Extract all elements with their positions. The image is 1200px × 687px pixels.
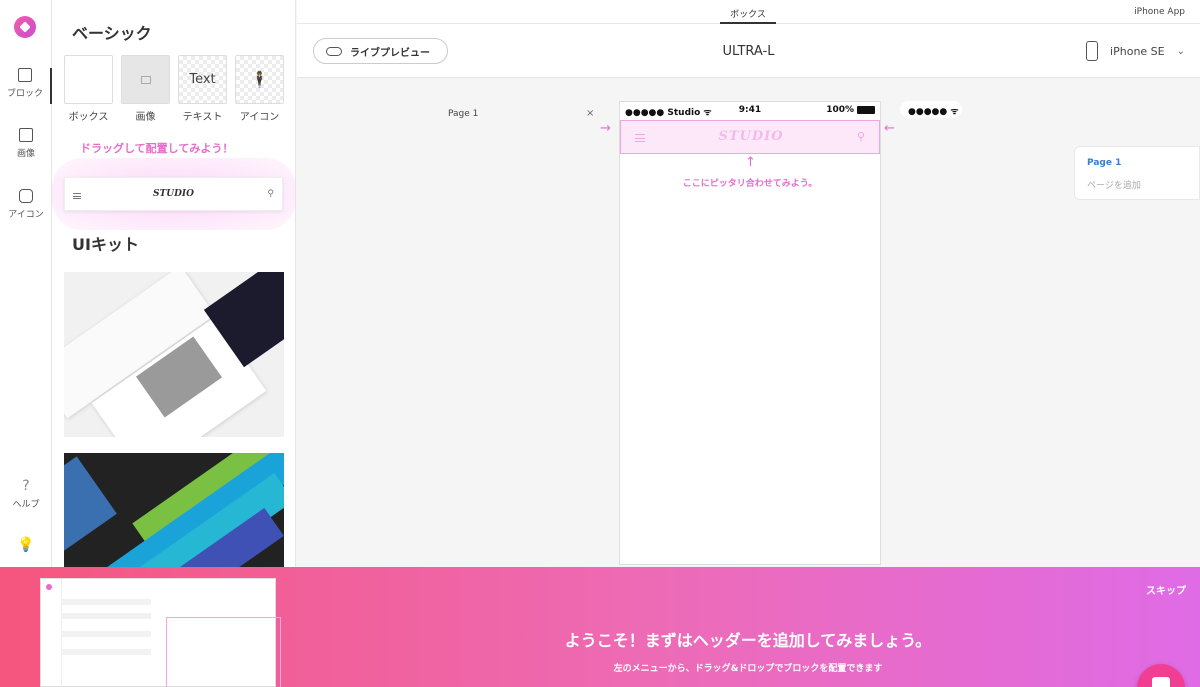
tile-label: アイコン: [239, 112, 280, 123]
rail-item-tips[interactable]: 💡: [0, 537, 52, 556]
rail-item-label: ヘルプ: [12, 500, 40, 510]
phone-artboard[interactable]: ●●●●● Studio ᯤ 9:41 100% STUDIO ⚲: [619, 101, 881, 565]
tile-text[interactable]: Text: [178, 55, 227, 104]
uikit-section-title: UIキット: [72, 235, 139, 254]
image-icon: [140, 75, 151, 84]
page-item-current[interactable]: Page 1: [1087, 158, 1121, 168]
battery-icon: [857, 106, 875, 114]
rail-item-block[interactable]: ブロック: [0, 68, 52, 104]
tile-icon[interactable]: 🕴: [235, 55, 284, 104]
toolbar: ライブプレビュー ULTRA-L iPhone SE ⌄: [297, 24, 1200, 78]
rail-item-label: ブロック: [6, 89, 43, 99]
header-target-logo: STUDIO: [718, 129, 784, 144]
tile-box[interactable]: [64, 55, 113, 104]
add-page-button[interactable]: ページを追加: [1087, 178, 1141, 191]
rail-item-label: アイコン: [8, 210, 44, 220]
tile-label: ボックス: [68, 112, 109, 123]
header-block-item[interactable]: STUDIO ⚲: [64, 177, 283, 211]
text-icon: Text: [189, 72, 216, 87]
status-battery: 100%: [826, 105, 875, 115]
rail-item-icon[interactable]: アイコン: [0, 189, 52, 220]
fit-hint-text: ここにピッタリ合わせてみよう。: [682, 179, 818, 189]
tile-label: テキスト: [182, 112, 223, 123]
tab-box[interactable]: ボックス: [720, 0, 776, 24]
top-bar: ボックス iPhone App: [297, 0, 1200, 24]
onboarding-banner: スキップ ようこそ！まずはヘッダーを追加してみましょう。 左のメニューから、ドラ…: [0, 567, 1200, 687]
onboarding-preview-image: [40, 578, 281, 687]
tile-label: 画像: [135, 112, 156, 123]
skip-button[interactable]: スキップ: [1146, 582, 1186, 597]
app-type-label[interactable]: iPhone App: [1134, 7, 1185, 17]
arrow-up-icon: ↑: [745, 155, 756, 170]
studio-logo-icon[interactable]: [14, 16, 36, 38]
block-icon: [18, 68, 32, 82]
onboarding-subtitle: 左のメニューから、ドラッグ&ドロップでブロックを配置できます: [613, 664, 883, 674]
tile-image[interactable]: [121, 55, 170, 104]
drag-hint-text: ドラッグして配置してみよう！: [80, 142, 234, 155]
chevron-down-icon: ⌄: [1176, 45, 1185, 57]
basic-section-title: ベーシック: [72, 24, 152, 43]
status-bar: ●●●●● Studio ᯤ 9:41 100%: [620, 102, 880, 120]
header-block-logo: STUDIO: [153, 189, 194, 199]
rail-item-label: 画像: [16, 149, 35, 159]
rail-item-image[interactable]: 画像: [0, 128, 52, 159]
page-name: ULTRA-L: [722, 44, 775, 59]
search-icon: ⚲: [856, 130, 865, 143]
external-status-bar: ●●●●● ᯤ: [900, 101, 962, 118]
lightbulb-icon: 💡: [17, 537, 35, 553]
pages-panel: Page 1 ページを追加: [1074, 146, 1200, 200]
arrow-left-icon: ←: [884, 121, 895, 136]
canvas-page-label: Page 1: [448, 109, 479, 119]
device-label: iPhone SE: [1110, 44, 1165, 58]
search-icon: ⚲: [267, 189, 274, 199]
device-selector[interactable]: iPhone SE ⌄: [1086, 41, 1185, 61]
icon-icon: [19, 189, 33, 203]
onboarding-title: ようこそ！まずはヘッダーを追加してみましょう。: [564, 631, 932, 650]
close-icon[interactable]: ×: [586, 108, 594, 119]
arrow-right-icon: →: [600, 121, 611, 136]
help-icon: ?: [22, 478, 30, 494]
phone-icon: [1086, 41, 1099, 61]
image-icon: [19, 128, 33, 142]
person-icon: 🕴: [249, 70, 270, 89]
rail-item-help[interactable]: ? ヘルプ: [0, 478, 52, 510]
uikit-thumbnail[interactable]: [64, 272, 284, 437]
header-drop-target[interactable]: STUDIO ⚲: [620, 120, 880, 154]
